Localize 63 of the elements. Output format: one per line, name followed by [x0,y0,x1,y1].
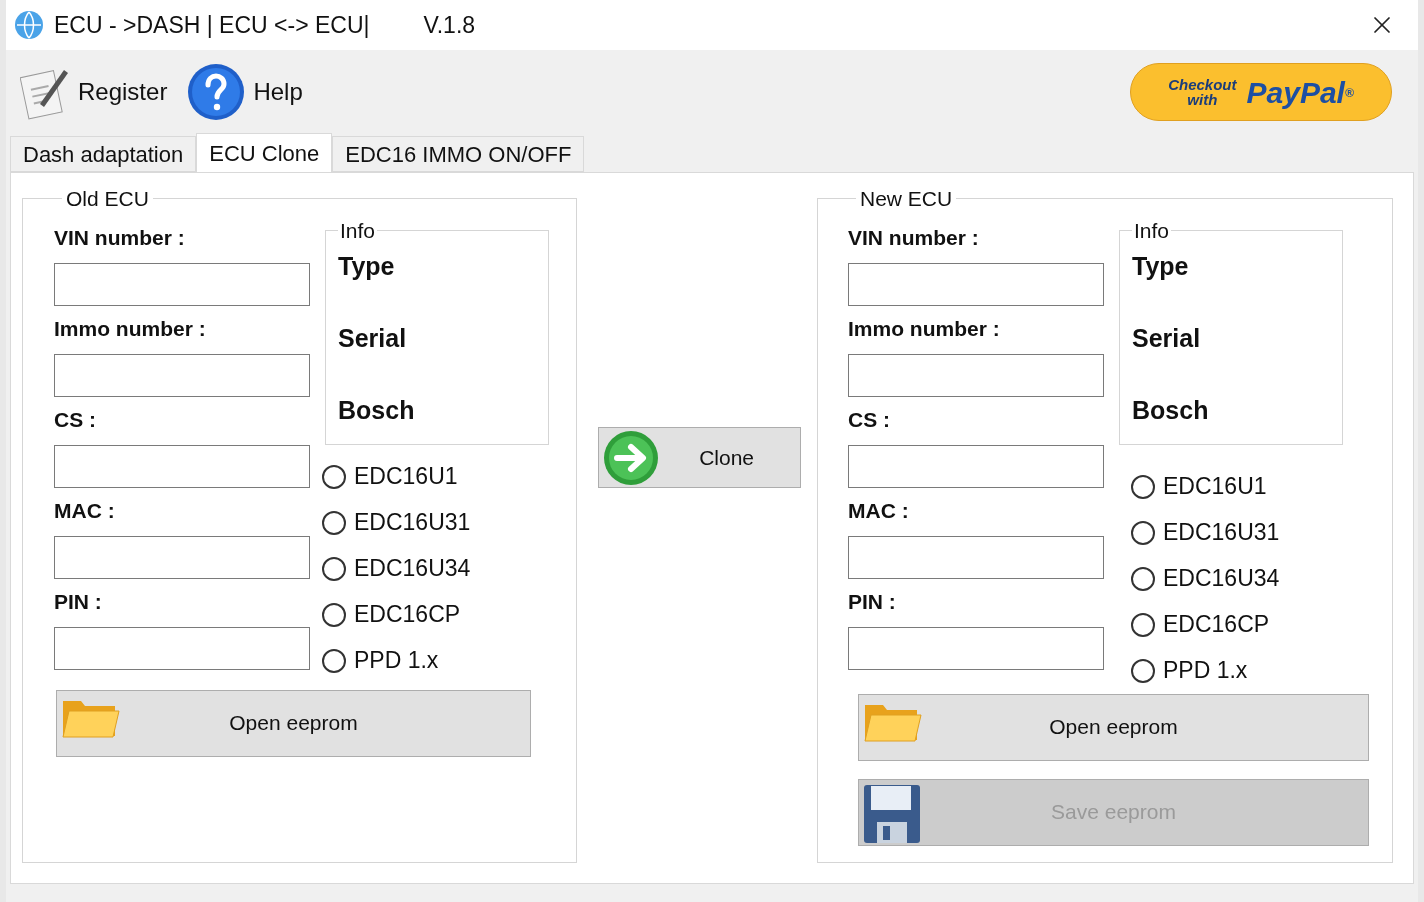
radio-label: PPD 1.x [354,646,439,676]
radio-button[interactable] [1131,474,1155,499]
radio-button[interactable] [322,556,346,581]
field-label: CS : [54,406,97,433]
tab[interactable]: Dash adaptation [10,136,197,172]
input-field[interactable] [848,535,1104,579]
group-title: Old ECU [65,186,150,212]
field-label: Immo number : [54,315,207,342]
info-label: Bosch [338,395,416,426]
window-title: ECU - >DASH | ECU <-> ECU| [54,10,370,40]
radio-label: PPD 1.x [1163,656,1248,686]
field-label: Immo number : [848,315,1001,342]
input-field[interactable] [848,626,1104,670]
field-label: CS : [848,406,891,433]
radio-label: EDC16CP [1163,610,1270,640]
clone-button[interactable]: Clone [598,427,801,488]
version-label: V.1.8 [423,10,476,40]
info-label: Bosch [1132,395,1210,426]
info-label: Serial [338,323,408,354]
arrow-right-icon [603,430,659,486]
info-label: Type [1132,251,1190,282]
input-field[interactable] [54,626,310,670]
eeprom-button[interactable]: Open eeprom [56,689,531,757]
toolbar-button[interactable]: Help [187,63,303,121]
field-label: PIN : [54,588,103,615]
input-field[interactable] [848,444,1104,488]
globe-icon [14,10,44,40]
radio-button[interactable] [1131,658,1155,683]
input-field[interactable] [848,353,1104,397]
input-field[interactable] [54,444,310,488]
input-field[interactable] [54,353,310,397]
radio-label: EDC16U1 [354,462,458,492]
radio-label: EDC16U31 [1163,518,1280,548]
field-label: MAC : [848,497,910,524]
tab[interactable]: ECU Clone [196,133,333,173]
radio-button[interactable] [1131,612,1155,637]
input-field[interactable] [848,262,1104,306]
input-field[interactable] [54,262,310,306]
info-label: Type [338,251,396,282]
toolbar-button[interactable]: Register [20,64,168,120]
tab[interactable]: EDC16 IMMO ON/OFF [332,136,585,172]
info-title: Info [339,217,377,244]
field-label: VIN number : [848,224,980,251]
field-label: VIN number : [54,224,186,251]
group-title: New ECU [859,186,954,212]
info-title: Info [1133,217,1171,244]
radio-button[interactable] [1131,566,1155,591]
radio-label: EDC16U31 [354,508,471,538]
help-icon [187,63,246,121]
radio-button[interactable] [322,602,346,627]
radio-label: EDC16CP [354,600,461,630]
info-label: Serial [1132,323,1202,354]
radio-button[interactable] [322,648,346,673]
radio-label: EDC16U34 [1163,564,1280,594]
eeprom-button[interactable]: Open eeprom [858,693,1369,761]
radio-button[interactable] [322,510,346,535]
radio-button[interactable] [322,464,346,489]
radio-button[interactable] [1131,520,1155,545]
radio-label: EDC16U34 [354,554,471,584]
field-label: PIN : [848,588,897,615]
radio-label: EDC16U1 [1163,472,1267,502]
field-label: MAC : [54,497,116,524]
input-field[interactable] [54,535,310,579]
